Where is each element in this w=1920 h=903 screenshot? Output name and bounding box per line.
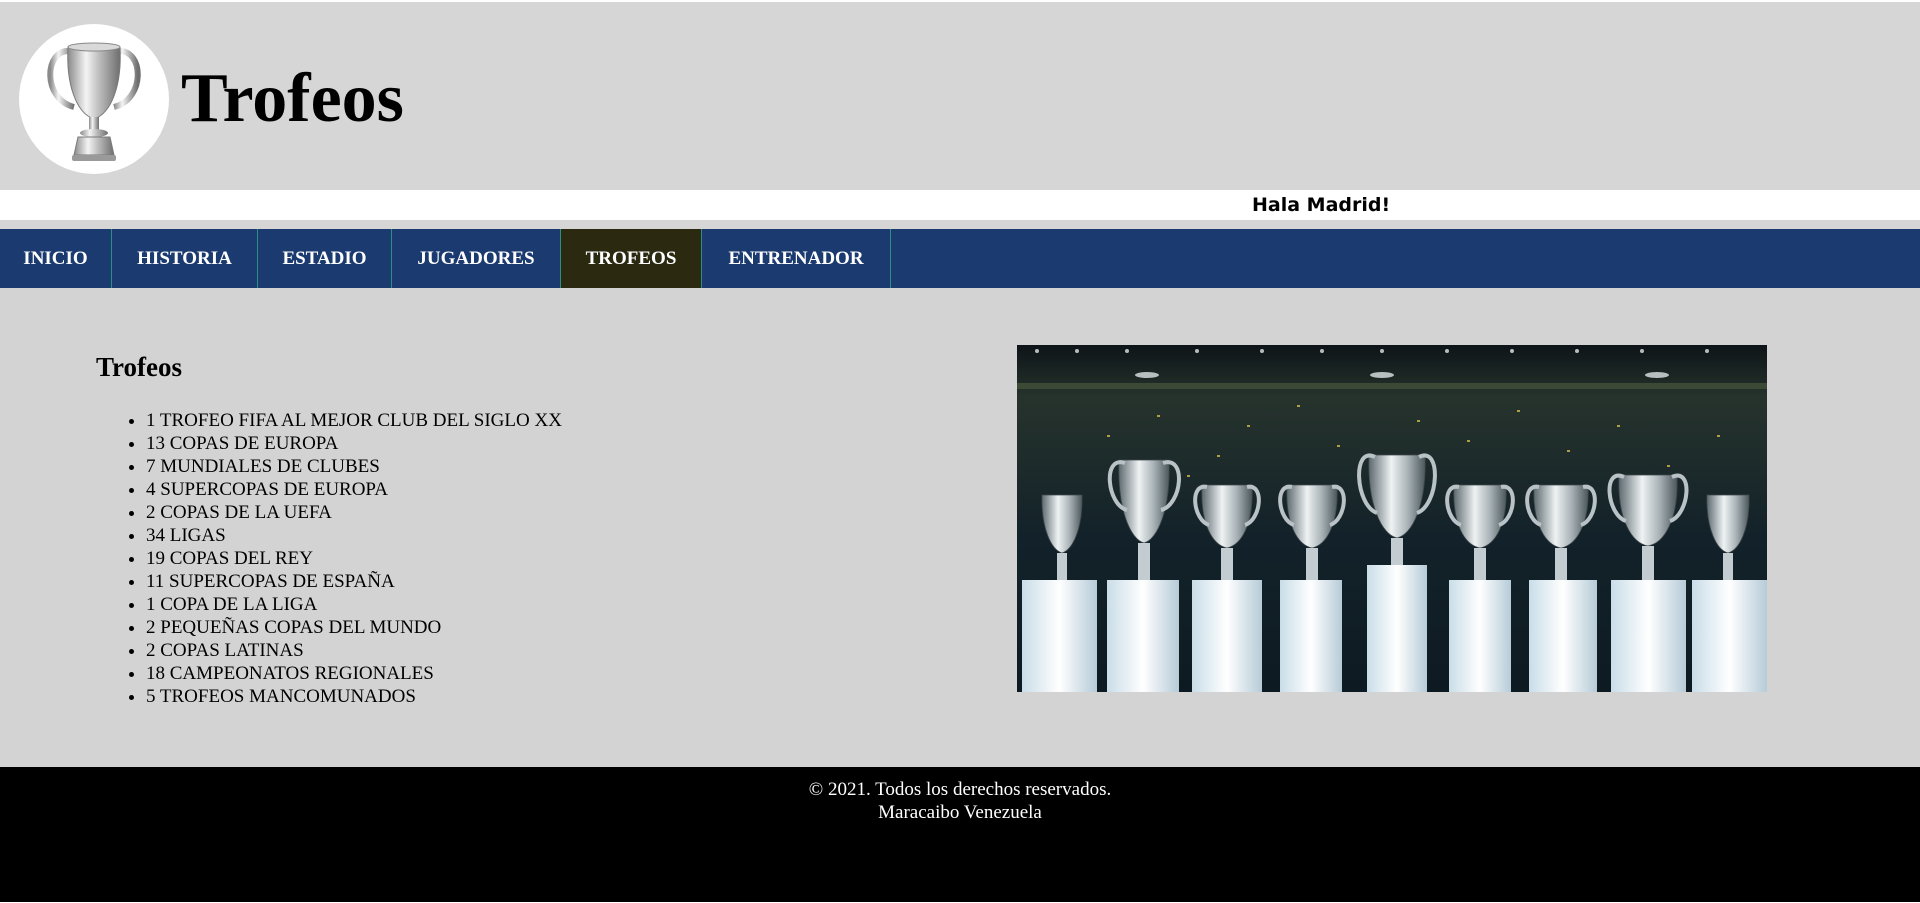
list-item: 1 TROFEO FIFA AL MEJOR CLUB DEL SIGLO XX — [146, 409, 562, 432]
nav-item-estadio[interactable]: ESTADIO — [258, 229, 392, 288]
list-item: 7 MUNDIALES DE CLUBES — [146, 455, 562, 478]
marquee-text: Hala Madrid! — [1252, 194, 1391, 216]
trophy-display-photo — [1017, 345, 1767, 692]
trophy-icon — [47, 42, 141, 161]
list-item: 19 COPAS DEL REY — [146, 547, 562, 570]
nav-item-entrenador[interactable]: ENTRENADOR — [702, 229, 891, 288]
list-item: 2 COPAS DE LA UEFA — [146, 501, 562, 524]
list-item: 13 COPAS DE EUROPA — [146, 432, 562, 455]
section-title: Trofeos — [96, 352, 182, 382]
nav-item-jugadores[interactable]: JUGADORES — [392, 229, 561, 288]
nav-item-inicio[interactable]: INICIO — [0, 229, 112, 288]
list-item: 1 COPA DE LA LIGA — [146, 593, 562, 616]
list-item: 2 COPAS LATINAS — [146, 639, 562, 662]
page-title: Trofeos — [181, 60, 404, 137]
marquee-bar: Hala Madrid! — [0, 190, 1920, 220]
divider — [0, 220, 1920, 229]
list-item: 5 TROFEOS MANCOMUNADOS — [146, 685, 562, 708]
location-text: Maracaibo Venezuela — [878, 802, 1042, 823]
main-content: Trofeos 1 TROFEO FIFA AL MEJOR CLUB DEL … — [0, 288, 1920, 767]
nav-item-historia[interactable]: HISTORIA — [112, 229, 258, 288]
site-footer: © 2021. Todos los derechos reservados. M… — [0, 767, 1920, 902]
nav-item-trofeos[interactable]: TROFEOS — [561, 229, 702, 288]
site-header: Trofeos — [0, 2, 1920, 190]
list-item: 34 LIGAS — [146, 524, 562, 547]
list-item: 18 CAMPEONATOS REGIONALES — [146, 662, 562, 685]
trophy-cabinet-image — [1017, 345, 1767, 692]
trophy-logo — [19, 24, 169, 174]
list-item: 4 SUPERCOPAS DE EUROPA — [146, 478, 562, 501]
list-item: 11 SUPERCOPAS DE ESPAÑA — [146, 570, 562, 593]
main-nav: INICIO HISTORIA ESTADIO JUGADORES TROFEO… — [0, 229, 1920, 288]
list-item: 2 PEQUEÑAS COPAS DEL MUNDO — [146, 616, 562, 639]
trophy-list: 1 TROFEO FIFA AL MEJOR CLUB DEL SIGLO XX… — [146, 409, 562, 708]
copyright-text: © 2021. Todos los derechos reservados. — [808, 779, 1112, 800]
